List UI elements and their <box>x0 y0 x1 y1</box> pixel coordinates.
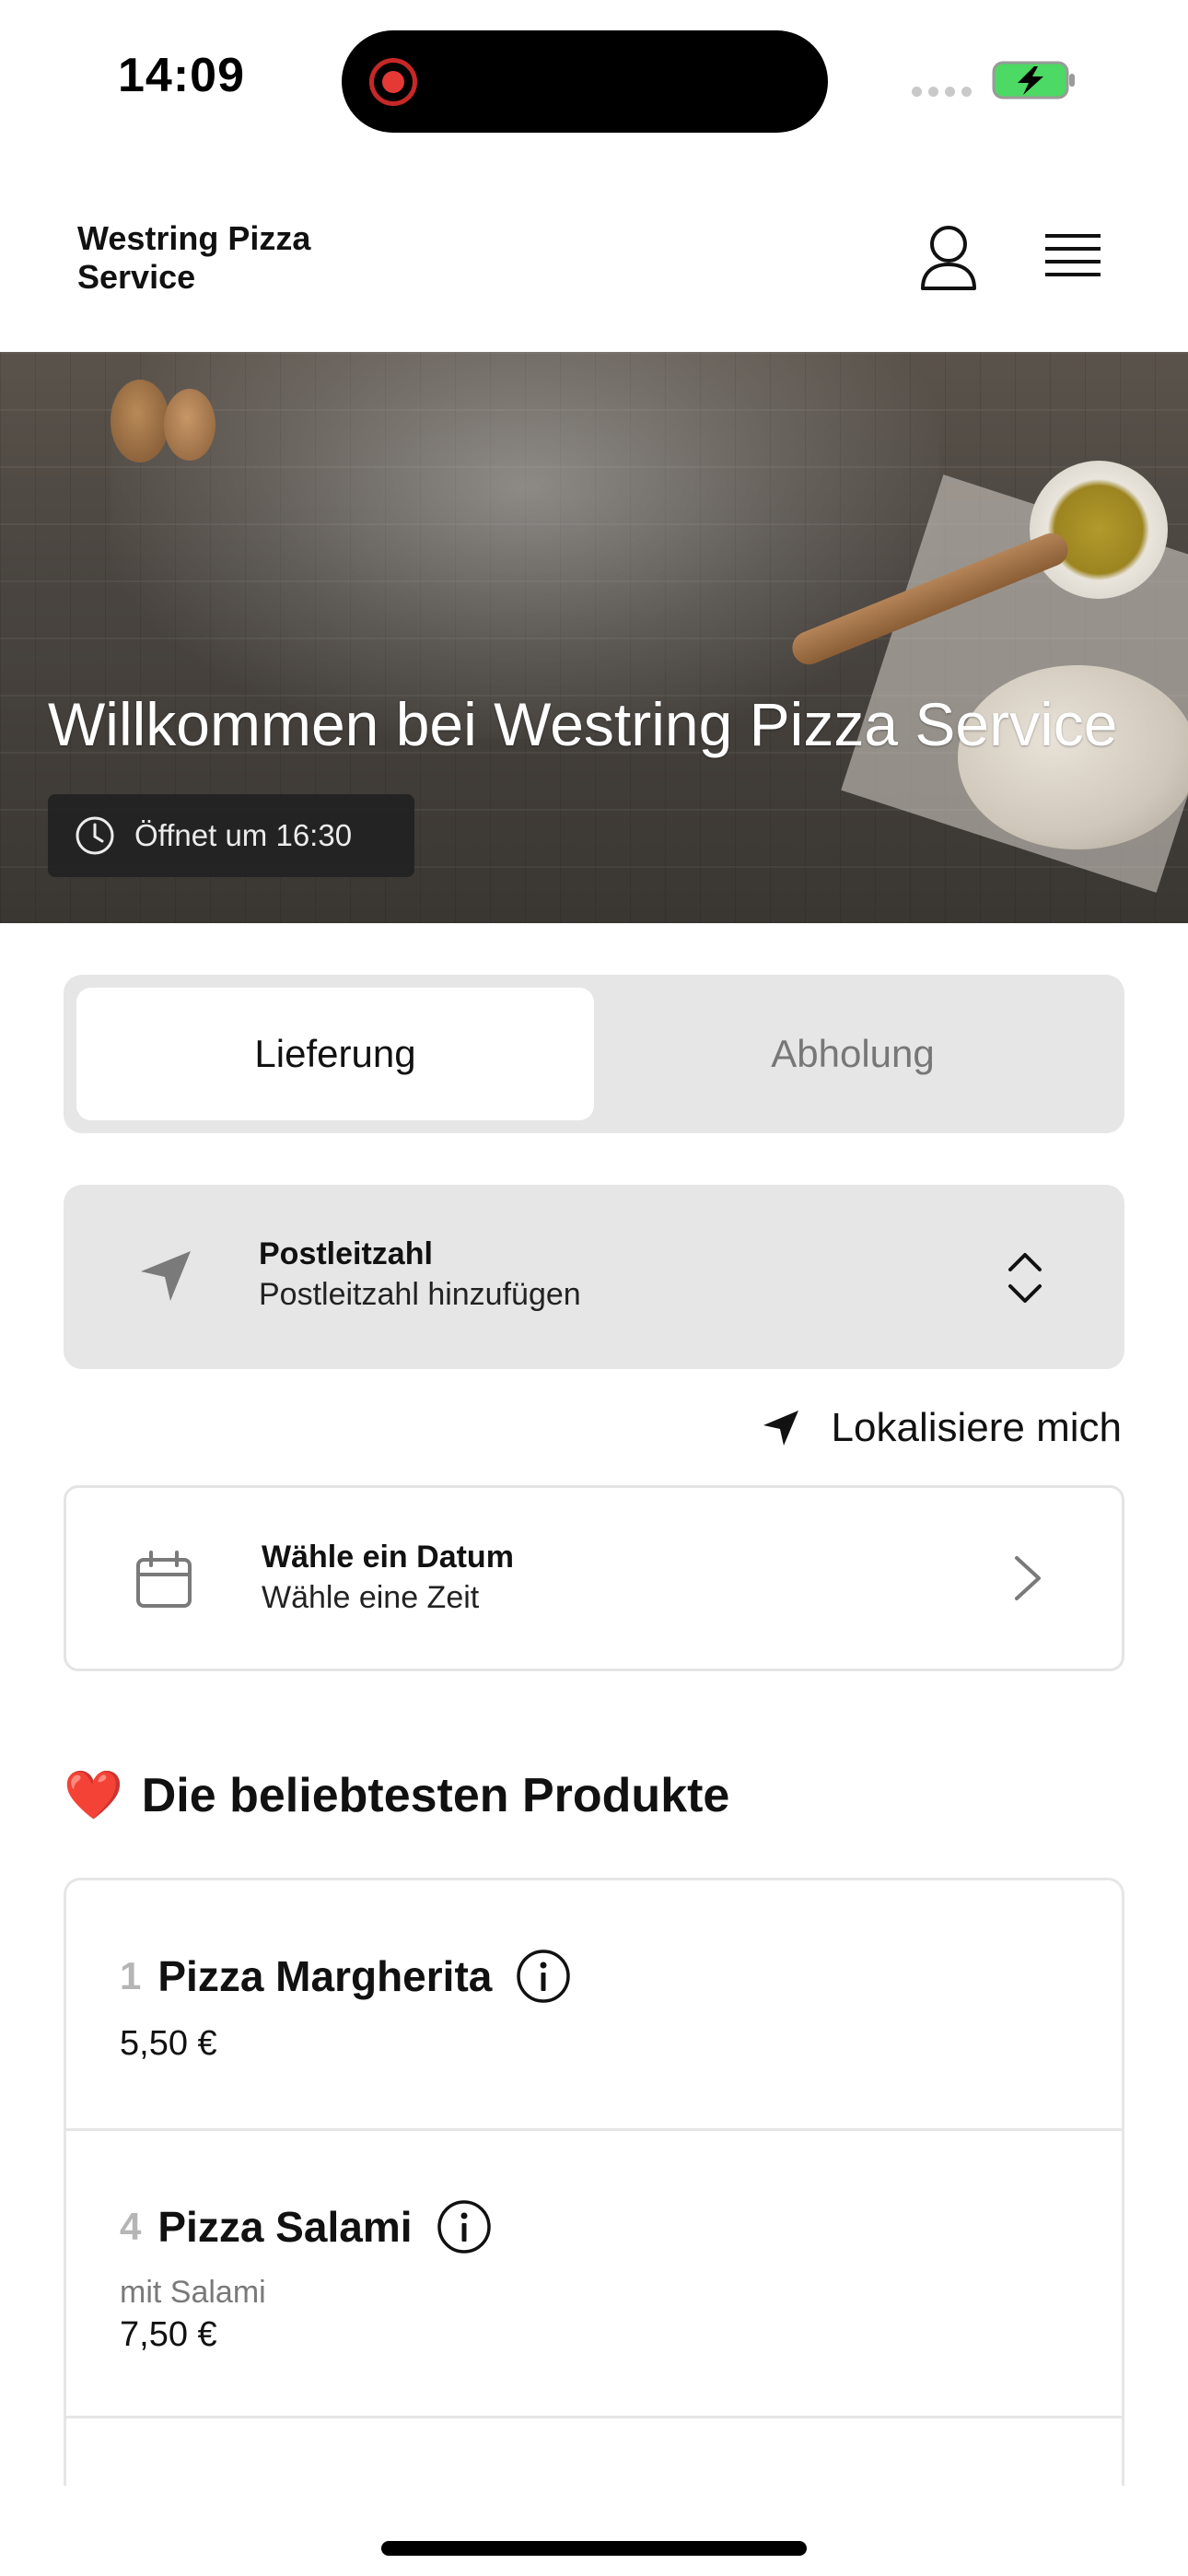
postal-code-select[interactable]: Postleitzahl Postleitzahl hinzufügen <box>64 1185 1124 1369</box>
product-item[interactable]: 1 Pizza Margherita 5,50 € <box>66 1880 1122 2131</box>
product-number: 4 <box>120 2205 142 2248</box>
navigation-arrow-icon <box>763 1411 798 1446</box>
tab-pickup[interactable]: Abholung <box>594 988 1112 1120</box>
brand-name[interactable]: Westring Pizza Service <box>77 219 381 297</box>
product-price: 7,50 € <box>120 2315 217 2354</box>
product-description: mit Salami <box>120 2275 266 2310</box>
date-label: Wähle ein Datum <box>262 1540 514 1575</box>
product-number: 1 <box>120 1954 142 1997</box>
hero-banner: Willkommen bei Westring Pizza Service Öf… <box>0 352 1188 923</box>
postal-code-label: Postleitzahl <box>259 1236 433 1271</box>
opening-hours-text: Öffnet um 16:30 <box>134 818 353 852</box>
location-arrow-icon <box>141 1251 191 1301</box>
product-list: 1 Pizza Margherita 5,50 € 4 Pizza Salami <box>64 1878 1124 2486</box>
product-price: 5,50 € <box>120 2024 217 2063</box>
product-name: Pizza Salami <box>157 2203 413 2251</box>
status-time: 14:09 <box>118 49 245 102</box>
heart-icon: ❤️ <box>64 1769 123 1822</box>
time-label: Wähle eine Zeit <box>262 1580 480 1615</box>
opening-hours-badge: Öffnet um 16:30 <box>48 794 414 877</box>
signal-icon <box>912 87 972 97</box>
popular-products-title: Die beliebtesten Produkte <box>141 1768 730 1822</box>
info-icon[interactable] <box>516 1949 571 2004</box>
popular-products-heading: ❤️ Die beliebtesten Produkte <box>64 1767 729 1823</box>
tab-delivery[interactable]: Lieferung <box>76 988 594 1120</box>
dynamic-island <box>342 30 828 133</box>
spoon-image <box>111 380 169 463</box>
locate-me-button[interactable]: Lokalisiere mich <box>760 1400 1122 1456</box>
chevron-up-down-icon <box>1008 1253 1042 1303</box>
postal-code-value: Postleitzahl hinzufügen <box>259 1277 581 1312</box>
hero-title: Willkommen bei Westring Pizza Service <box>48 690 1118 758</box>
recording-indicator-icon <box>369 58 417 106</box>
clock-icon <box>76 816 114 855</box>
product-item[interactable]: 4 Pizza Salami mit Salami 7,50 € <box>66 2131 1122 2418</box>
menu-icon[interactable] <box>1042 230 1103 284</box>
user-icon[interactable] <box>917 224 980 292</box>
date-picker[interactable]: Wähle ein Datum Wähle eine Zeit <box>64 1485 1124 1671</box>
chevron-right-icon <box>1015 1556 1041 1600</box>
product-name: Pizza Margherita <box>157 1952 493 2000</box>
order-mode-toggle: Lieferung Abholung <box>64 975 1124 1133</box>
oil-bowl-image <box>1030 461 1168 599</box>
calendar-icon <box>136 1551 192 1608</box>
locate-me-label: Lokalisiere mich <box>831 1405 1122 1450</box>
info-icon[interactable] <box>437 2199 492 2254</box>
home-indicator[interactable] <box>381 2541 807 2556</box>
battery-charging-icon <box>992 61 1075 100</box>
app-screen: 14:09 Westring Pizza Service Willkommen … <box>0 0 1188 2576</box>
